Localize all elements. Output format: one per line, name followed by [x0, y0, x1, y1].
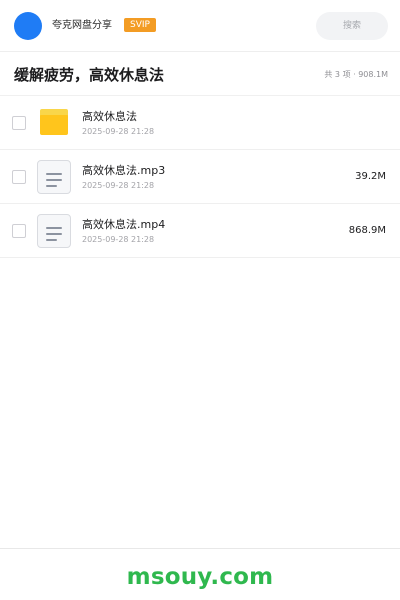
file-date: 2025-09-28 21:28 [82, 181, 155, 190]
row-checkbox[interactable] [12, 116, 26, 130]
app-name: 夸克网盘分享 [52, 20, 112, 31]
row-checkbox[interactable] [12, 224, 26, 238]
top-header: 夸克网盘分享 SVIP 搜索 [0, 0, 400, 52]
file-date: 2025-09-28 21:28 [82, 235, 155, 244]
footer: msouy.com [0, 548, 400, 600]
file-name: 高效休息法.mp4 [82, 218, 166, 231]
folder-title-bar: 缓解疲劳，高效休息法 共 3 项 · 908.1M [0, 52, 400, 96]
file-name: 高效休息法 [82, 110, 137, 123]
svip-badge: SVIP [124, 18, 156, 32]
folder-summary: 共 3 项 · 908.1M [324, 70, 388, 79]
file-name: 高效休息法.mp3 [82, 164, 166, 177]
file-date: 2025-09-28 21:28 [82, 127, 155, 136]
file-row[interactable]: 高效休息法 2025-09-28 21:28 [0, 96, 400, 150]
folder-icon [40, 109, 68, 135]
document-icon [37, 214, 71, 248]
file-row[interactable]: 高效休息法.mp4 2025-09-28 21:28 868.9M [0, 204, 400, 258]
document-icon [37, 160, 71, 194]
file-size: 39.2M [355, 171, 386, 182]
row-checkbox[interactable] [12, 170, 26, 184]
avatar[interactable] [14, 12, 42, 40]
search-input[interactable]: 搜索 [316, 12, 388, 40]
watermark: msouy.com [126, 564, 274, 590]
page-title: 缓解疲劳，高效休息法 [14, 66, 165, 84]
file-row[interactable]: 高效休息法.mp3 2025-09-28 21:28 39.2M [0, 150, 400, 204]
file-size: 868.9M [348, 225, 386, 236]
